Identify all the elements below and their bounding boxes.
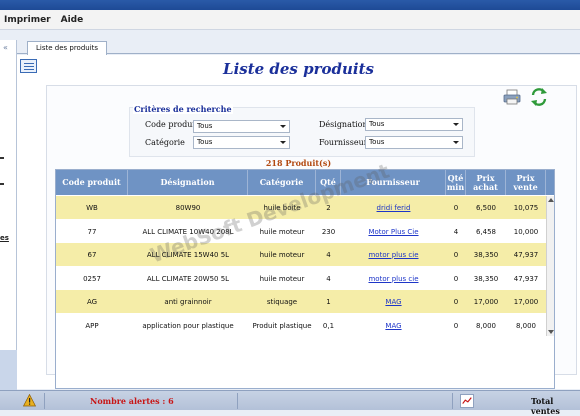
column-header[interactable]: Prix achat [466, 170, 506, 195]
code-produit-select[interactable]: Tous [193, 120, 290, 133]
scroll-down-icon[interactable] [548, 330, 554, 334]
alert-icon[interactable] [23, 394, 36, 407]
status-separator [44, 393, 45, 409]
categorie-label: Catégorie [145, 138, 185, 147]
table-cell: application pour plastique [142, 321, 234, 330]
table-cell: 77 [87, 227, 97, 236]
supplier-link[interactable]: dridi ferid [341, 196, 446, 219]
menu-aide[interactable]: Aide [61, 15, 84, 25]
table-cell: 4 [453, 227, 459, 236]
table-cell: 17,000 [473, 297, 499, 306]
table-cell: Produit plastique [252, 321, 312, 330]
supplier-link[interactable]: motor plus cie [341, 267, 446, 290]
code-produit-label: Code produit [145, 120, 199, 129]
table-cell: 10,000 [513, 227, 539, 236]
categorie-value: Tous [197, 138, 213, 146]
table-cell: 1 [326, 297, 331, 306]
table-row[interactable]: AG anti grainnoir stiquage 1 MAG 0 17,000 17,00… [56, 290, 546, 313]
chevron-down-icon [280, 141, 286, 144]
main-content: Liste des produits Critères de recherche… [17, 55, 580, 389]
fournisseur-label: Fournisseur [319, 138, 368, 147]
designation-label: Désignation [319, 120, 368, 129]
categorie-select[interactable]: Tous [193, 136, 290, 149]
table-cell: huile moteur [259, 250, 305, 259]
table-cell: 38,350 [473, 274, 499, 283]
table-cell: 6,500 [475, 203, 497, 212]
vertical-scrollbar[interactable] [546, 196, 554, 336]
table-cell: 47,937 [513, 274, 539, 283]
table-cell: 47,937 [513, 250, 539, 259]
table-cell: 0 [453, 321, 459, 330]
table-cell: huile moteur [259, 274, 305, 283]
printer-icon[interactable] [503, 89, 521, 105]
window-titlebar [0, 0, 580, 10]
chevron-down-icon [453, 141, 459, 144]
table-row[interactable]: 67 ALL CLIMATE 15W40 5L huile moteur 4 motor… [56, 243, 546, 266]
status-bar: Nombre alertes : 6 Total ventes [0, 390, 580, 416]
table-row[interactable]: 77 ALL CLIMATE 10W40 208L huile moteur 230 M… [56, 220, 546, 243]
status-separator [452, 393, 453, 409]
table-cell: 38,350 [473, 250, 499, 259]
chevron-down-icon [453, 123, 459, 126]
menu-imprimer[interactable]: Imprimer [4, 15, 51, 25]
table-cell: 0,1 [322, 321, 335, 330]
left-panel-marker [0, 183, 4, 185]
column-header[interactable]: Désignation [128, 170, 248, 195]
tab-liste-produits[interactable]: Liste des produits [27, 41, 108, 55]
table-cell: 8,000 [475, 321, 497, 330]
table-cell: 230 [321, 227, 336, 236]
table-cell: stiquage [266, 297, 298, 306]
product-count: 218 Produit(s) [265, 158, 332, 168]
table-cell: APP [85, 321, 99, 330]
table-cell: 0 [453, 203, 459, 212]
fournisseur-value: Tous [369, 138, 385, 146]
alerts-count: Nombre alertes : 6 [90, 396, 174, 406]
table-cell: 0257 [83, 274, 101, 283]
scroll-up-icon[interactable] [548, 198, 554, 202]
collapse-panel-icon[interactable]: « [3, 43, 8, 52]
search-criteria-box [129, 107, 475, 157]
table-cell: 4 [326, 274, 331, 283]
column-header[interactable]: Code produit [56, 170, 128, 195]
table-cell: 0 [453, 297, 459, 306]
total-ventes-label: Total ventes [531, 396, 560, 416]
designation-value: Tous [369, 120, 385, 128]
table-row[interactable]: 0257 ALL CLIMATE 20W50 5L huile moteur 4 mot… [56, 267, 546, 290]
table-cell: 0 [453, 250, 459, 259]
supplier-link[interactable]: motor plus cie [341, 243, 446, 266]
table-cell: 10,075 [513, 203, 539, 212]
supplier-link[interactable]: MAG [341, 314, 446, 337]
refresh-icon[interactable] [529, 87, 549, 107]
column-header[interactable]: Qté min [446, 170, 466, 195]
table-row[interactable]: APP application pour plastique Produit pla… [56, 314, 546, 337]
supplier-link[interactable]: MAG [341, 290, 446, 313]
fournisseur-select[interactable]: Tous [365, 136, 463, 149]
table-cell: 8,000 [515, 321, 537, 330]
table-cell: anti grainnoir [164, 297, 212, 306]
table-cell: 0 [453, 274, 459, 283]
table-cell: 17,000 [513, 297, 539, 306]
left-panel-link[interactable]: es [0, 234, 9, 242]
column-header[interactable]: Prix vente [506, 170, 546, 195]
sales-icon[interactable] [460, 394, 474, 408]
table-cell: WB [86, 203, 98, 212]
table-cell: 6,458 [475, 227, 497, 236]
chevron-down-icon [280, 125, 286, 128]
criteria-title: Critères de recherche [133, 104, 233, 114]
table-cell: 4 [326, 250, 331, 259]
left-panel: « es [0, 40, 17, 390]
menu-bar: Imprimer Aide [0, 10, 580, 30]
status-separator [237, 393, 238, 409]
code-produit-value: Tous [197, 122, 213, 130]
table-cell: AG [86, 297, 98, 306]
left-panel-section [0, 350, 17, 390]
designation-select[interactable]: Tous [365, 118, 463, 131]
table-cell: ALL CLIMATE 20W50 5L [146, 274, 230, 283]
supplier-link[interactable]: Motor Plus Cie [341, 220, 446, 243]
left-panel-marker [0, 157, 4, 159]
table-cell: 67 [87, 250, 97, 259]
page-title: Liste des produits [223, 60, 374, 78]
tab-strip: Liste des produits [17, 40, 580, 55]
